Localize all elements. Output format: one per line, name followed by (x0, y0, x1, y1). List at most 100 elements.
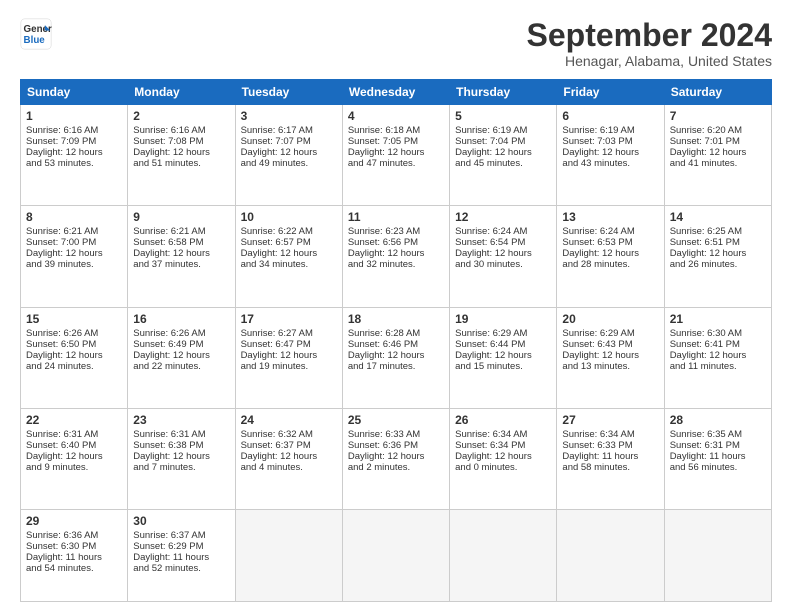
calendar-cell: 7Sunrise: 6:20 AMSunset: 7:01 PMDaylight… (664, 105, 771, 206)
day-info-line: and 17 minutes. (348, 361, 444, 372)
day-info-line: Sunrise: 6:21 AM (26, 226, 122, 237)
day-info-line: Daylight: 12 hours (241, 248, 337, 259)
day-info-line: Daylight: 12 hours (133, 451, 229, 462)
calendar-cell: 4Sunrise: 6:18 AMSunset: 7:05 PMDaylight… (342, 105, 449, 206)
day-info-line: Sunset: 6:31 PM (670, 440, 766, 451)
day-number: 9 (133, 210, 229, 224)
day-info-line: Sunset: 6:37 PM (241, 440, 337, 451)
calendar-cell: 12Sunrise: 6:24 AMSunset: 6:54 PMDayligh… (450, 206, 557, 307)
day-info-line: Sunrise: 6:30 AM (670, 328, 766, 339)
day-info-line: Sunrise: 6:29 AM (455, 328, 551, 339)
day-info-line: Daylight: 12 hours (26, 451, 122, 462)
day-info-line: Sunset: 7:00 PM (26, 237, 122, 248)
subtitle: Henagar, Alabama, United States (527, 53, 772, 69)
day-number: 21 (670, 312, 766, 326)
calendar-cell: 28Sunrise: 6:35 AMSunset: 6:31 PMDayligh… (664, 408, 771, 509)
day-info-line: Sunrise: 6:22 AM (241, 226, 337, 237)
day-info-line: Daylight: 12 hours (241, 451, 337, 462)
calendar-cell: 23 Sunrise: 6:31 AMSunset: 6:38 PMDayligh… (128, 408, 235, 509)
day-info-line: and 32 minutes. (348, 259, 444, 270)
day-info-line: Daylight: 12 hours (26, 350, 122, 361)
calendar-cell: 26Sunrise: 6:34 AMSunset: 6:34 PMDayligh… (450, 408, 557, 509)
day-info-line: Sunrise: 6:31 AM (133, 429, 229, 440)
day-info-line: and 26 minutes. (670, 259, 766, 270)
day-info-line: Daylight: 12 hours (348, 350, 444, 361)
calendar-header-saturday: Saturday (664, 80, 771, 105)
day-number: 16 (133, 312, 229, 326)
calendar-cell: 20 Sunrise: 6:29 AMSunset: 6:43 PMDayligh… (557, 307, 664, 408)
day-info-line: Daylight: 12 hours (26, 147, 122, 158)
calendar-header-friday: Friday (557, 80, 664, 105)
day-info-line: Daylight: 12 hours (133, 248, 229, 259)
day-info-line: Sunset: 6:43 PM (562, 339, 658, 350)
day-number: 23 (133, 413, 229, 427)
day-info-line: Daylight: 12 hours (455, 350, 551, 361)
day-info-line: Daylight: 12 hours (133, 147, 229, 158)
day-info-line: Sunset: 6:58 PM (133, 237, 229, 248)
calendar-cell: 8Sunrise: 6:21 AMSunset: 7:00 PMDaylight… (21, 206, 128, 307)
day-info-line: Sunrise: 6:29 AM (562, 328, 658, 339)
calendar-cell: 13Sunrise: 6:24 AMSunset: 6:53 PMDayligh… (557, 206, 664, 307)
day-info-line: and 49 minutes. (241, 158, 337, 169)
day-info-line: Sunset: 7:08 PM (133, 136, 229, 147)
day-info-line: Daylight: 11 hours (133, 552, 229, 563)
calendar-header-thursday: Thursday (450, 80, 557, 105)
day-info-line: Daylight: 12 hours (670, 248, 766, 259)
day-info-line: Sunset: 6:50 PM (26, 339, 122, 350)
logo-icon: General Blue (20, 18, 52, 50)
day-number: 3 (241, 109, 337, 123)
calendar-header-wednesday: Wednesday (342, 80, 449, 105)
svg-text:Blue: Blue (24, 35, 46, 46)
day-info-line: Sunset: 7:07 PM (241, 136, 337, 147)
day-info-line: Sunset: 6:38 PM (133, 440, 229, 451)
day-number: 6 (562, 109, 658, 123)
day-info-line: Sunrise: 6:33 AM (348, 429, 444, 440)
day-number: 18 (348, 312, 444, 326)
calendar-week-1: 1Sunrise: 6:16 AMSunset: 7:09 PMDaylight… (21, 105, 772, 206)
day-info-line: and 7 minutes. (133, 462, 229, 473)
day-info-line: and 4 minutes. (241, 462, 337, 473)
day-info-line: Sunset: 6:53 PM (562, 237, 658, 248)
day-number: 26 (455, 413, 551, 427)
day-info-line: Daylight: 12 hours (562, 350, 658, 361)
calendar-cell: 17Sunrise: 6:27 AMSunset: 6:47 PMDayligh… (235, 307, 342, 408)
day-info-line: Sunset: 7:01 PM (670, 136, 766, 147)
calendar-cell: 11Sunrise: 6:23 AMSunset: 6:56 PMDayligh… (342, 206, 449, 307)
day-number: 12 (455, 210, 551, 224)
day-info-line: and 15 minutes. (455, 361, 551, 372)
day-info-line: Sunset: 6:36 PM (348, 440, 444, 451)
day-info-line: Sunrise: 6:19 AM (455, 125, 551, 136)
day-info-line: Daylight: 12 hours (241, 350, 337, 361)
calendar-cell: 18Sunrise: 6:28 AMSunset: 6:46 PMDayligh… (342, 307, 449, 408)
day-info-line: and 56 minutes. (670, 462, 766, 473)
day-info-line: Sunrise: 6:36 AM (26, 530, 122, 541)
calendar-cell (664, 509, 771, 601)
day-info-line: and 58 minutes. (562, 462, 658, 473)
calendar-cell (235, 509, 342, 601)
day-info-line: Sunset: 7:05 PM (348, 136, 444, 147)
day-info-line: Sunset: 6:40 PM (26, 440, 122, 451)
title-block: September 2024 Henagar, Alabama, United … (527, 18, 772, 69)
day-info-line: Sunset: 6:54 PM (455, 237, 551, 248)
day-number: 27 (562, 413, 658, 427)
day-number: 4 (348, 109, 444, 123)
day-info-line: and 52 minutes. (133, 563, 229, 574)
calendar-header-row: SundayMondayTuesdayWednesdayThursdayFrid… (21, 80, 772, 105)
page: General Blue September 2024 Henagar, Ala… (0, 0, 792, 612)
day-info-line: Sunset: 6:34 PM (455, 440, 551, 451)
calendar-cell: 29Sunrise: 6:36 AMSunset: 6:30 PMDayligh… (21, 509, 128, 601)
calendar-cell: 25Sunrise: 6:33 AMSunset: 6:36 PMDayligh… (342, 408, 449, 509)
calendar-cell (450, 509, 557, 601)
day-info-line: Sunrise: 6:27 AM (241, 328, 337, 339)
calendar-cell: 6Sunrise: 6:19 AMSunset: 7:03 PMDaylight… (557, 105, 664, 206)
day-info-line: Daylight: 12 hours (241, 147, 337, 158)
day-number: 20 (562, 312, 658, 326)
calendar-week-2: 8 Sunrise: 6:21 AMSunset: 7:00 PM Daylight… (21, 206, 772, 307)
day-info-line: Sunset: 6:51 PM (670, 237, 766, 248)
day-info-line: Sunrise: 6:16 AM (26, 125, 122, 136)
calendar-cell: 14Sunrise: 6:25 AMSunset: 6:51 PMDayligh… (664, 206, 771, 307)
day-number: 17 (241, 312, 337, 326)
day-info-line: and 41 minutes. (670, 158, 766, 169)
day-info-line: Sunset: 6:46 PM (348, 339, 444, 350)
day-number: 8 (26, 210, 122, 224)
